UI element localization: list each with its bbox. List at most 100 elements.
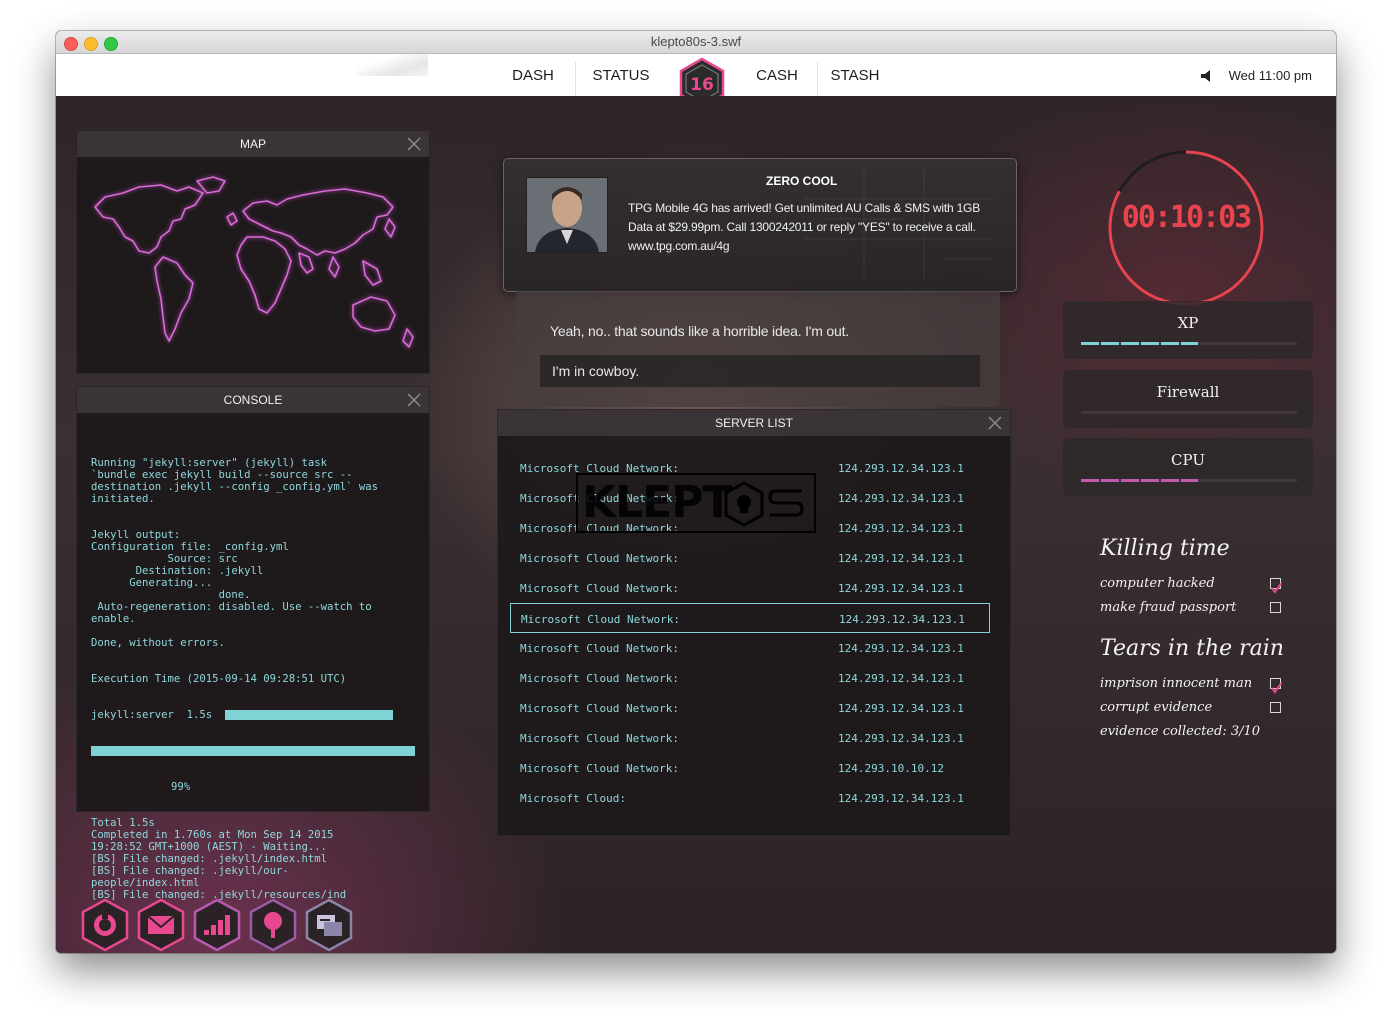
map-title: MAP (239, 137, 266, 151)
quest-checkbox[interactable] (1270, 678, 1283, 694)
console-panel-header: CONSOLE (77, 387, 429, 413)
console-tail: Total 1.5s Completed in 1.760s at Mon Sep… (91, 817, 417, 901)
server-list-title: SERVER LIST (715, 416, 793, 430)
nav-status[interactable]: STATUS (586, 54, 656, 96)
console-line: destination .jekyll --config _config.yml… (91, 481, 379, 493)
server-row[interactable]: Microsoft Cloud: 124.293.12.34.123.1 (510, 783, 990, 813)
timer-digits: 00:10:03 (1121, 200, 1253, 235)
stat-label: CPU (1171, 451, 1205, 469)
server-ip: 124.293.12.34.123.1 (838, 732, 964, 745)
close-icon[interactable] (407, 393, 421, 407)
dock-mail[interactable] (136, 898, 186, 952)
server-ip: 124.293.12.34.123.1 (838, 492, 964, 505)
stat-firewall: Firewall (1063, 370, 1313, 428)
stat-track (1081, 411, 1297, 414)
map-panel-header: MAP (77, 131, 429, 157)
server-name: Microsoft Cloud: (520, 792, 626, 805)
server-ip: 124.293.12.34.123.1 (838, 642, 964, 655)
server-ip: 124.293.12.34.123.1 (838, 522, 964, 535)
console-lines: Running "jekyll:server" (jekyll) task `bu… (91, 457, 417, 685)
server-name: Microsoft Cloud Network: (520, 762, 679, 775)
checkmark-icon (1271, 581, 1283, 594)
server-row[interactable]: Microsoft Cloud Network: 124.293.10.10.12 (510, 753, 990, 783)
console-line: 19:28:52 GMT+1000 (AEST) - Waiting... (91, 841, 327, 853)
console-title: CONSOLE (223, 393, 283, 407)
console-output[interactable]: Running "jekyll:server" (jekyll) task `bu… (77, 413, 429, 925)
quest-checkbox[interactable] (1270, 578, 1283, 594)
server-row[interactable]: Microsoft Cloud Network: 124.293.12.34.12… (510, 723, 990, 753)
nav-flap (356, 54, 428, 76)
countdown-timer: 00:10:03 (1106, 148, 1266, 308)
nav-stash[interactable]: STASH (824, 54, 886, 96)
app-window: klepto80s-3.swf DASH STATUS 16 CASH STAS… (56, 31, 1336, 953)
server-row[interactable]: Microsoft Cloud Network: 124.293.12.34.12… (510, 693, 990, 723)
stat-fill (1081, 342, 1198, 345)
server-ip: 124.293.12.34.123.1 (838, 672, 964, 685)
server-row[interactable]: Microsoft Cloud Network: 124.293.12.34.12… (510, 573, 990, 603)
server-name: Microsoft Cloud Network: (520, 672, 679, 685)
console-task-line: jekyll:server 1.5s (91, 709, 417, 721)
server-row[interactable]: Microsoft Cloud Network: 124.293.12.34.12… (510, 603, 990, 633)
dock-signal[interactable] (192, 898, 242, 952)
dock-pin[interactable] (248, 898, 298, 952)
server-ip: 124.293.12.34.123.1 (838, 552, 964, 565)
server-ip: 124.293.12.34.123.1 (839, 613, 965, 626)
nav-dash[interactable]: DASH (502, 54, 564, 96)
dialog-option[interactable]: I'm in cowboy. (540, 355, 980, 387)
console-line: [BS] File changed: .jekyll/index.html (91, 853, 327, 865)
window-title: klepto80s-3.swf (650, 34, 742, 49)
server-ip: 124.293.12.34.123.1 (838, 702, 964, 715)
quest-item: computer hacked (1100, 576, 1215, 591)
console-line: `bundle exec jekyll build --source src -… (91, 469, 353, 481)
quest-item: corrupt evidence (1100, 700, 1213, 715)
quest-killing-time: Killing time computer hacked make fraud … (1100, 536, 1300, 636)
console-line: [BS] File changed: .jekyll/our- (91, 865, 289, 877)
quest-tears-in-the-rain: Tears in the rain imprison innocent man … (1100, 636, 1300, 756)
quest-checkbox[interactable] (1270, 602, 1281, 613)
server-ip: 124.293.12.34.123.1 (838, 582, 964, 595)
console-line: initiated. (91, 493, 155, 505)
quest-title: Killing time (1100, 536, 1230, 561)
checkmark-icon (1271, 681, 1283, 694)
signal-bars-icon (193, 898, 241, 952)
dialog-line: Yeah, no.. that sounds like a horrible i… (550, 323, 849, 339)
quest-checkbox[interactable] (1270, 702, 1281, 713)
zoom-window-button[interactable] (104, 37, 118, 51)
console-line: Done, without errors. (91, 637, 225, 649)
close-icon[interactable] (988, 416, 1002, 430)
server-list-panel: SERVER LIST Microsoft Cloud Network: 124.… (497, 409, 1011, 836)
clock[interactable]: Wed 11:00 pm (1229, 54, 1312, 96)
task-progress-bar (91, 746, 415, 756)
console-panel: CONSOLE Running "jekyll:server" (jekyll)… (76, 386, 430, 901)
server-name: Microsoft Cloud Network: (520, 702, 679, 715)
server-name: Microsoft Cloud Network: (520, 732, 679, 745)
server-row[interactable]: Microsoft Cloud Network: 124.293.12.34.12… (510, 663, 990, 693)
level-number: 16 (690, 75, 714, 95)
message-notification[interactable]: ZERO COOL TPG Mobile 4G has arrived! Get… (503, 158, 1017, 292)
close-icon[interactable] (407, 137, 421, 151)
server-name: Microsoft Cloud Network: (520, 582, 679, 595)
dock-power[interactable] (80, 898, 130, 952)
world-map[interactable] (77, 157, 427, 371)
close-window-button[interactable] (64, 37, 78, 51)
console-line: enable. (91, 613, 136, 625)
dock-chat[interactable] (304, 898, 354, 952)
quest-note: evidence collected: 3/10 (1100, 724, 1261, 739)
server-row[interactable]: Microsoft Cloud Network: 124.293.12.34.12… (510, 633, 990, 663)
console-line: Destination: .jekyll (91, 565, 264, 577)
nav-cash[interactable]: CASH (748, 54, 806, 96)
speaker-icon[interactable] (1200, 69, 1214, 83)
server-name: Microsoft Cloud Network: (521, 613, 680, 626)
klept-os-logo: KLEPT (576, 473, 816, 533)
console-line: Execution Time (2015-09-14 09:28:51 UTC) (91, 673, 347, 685)
quest-item: make fraud passport (1100, 600, 1237, 615)
server-row[interactable]: Microsoft Cloud Network: 124.293.12.34.12… (510, 543, 990, 573)
console-line: Configuration file: _config.yml (91, 541, 289, 553)
notification-message: TPG Mobile 4G has arrived! Get unlimited… (628, 201, 980, 253)
minimize-window-button[interactable] (84, 37, 98, 51)
server-name: Microsoft Cloud Network: (520, 642, 679, 655)
console-line: done. (91, 589, 251, 601)
